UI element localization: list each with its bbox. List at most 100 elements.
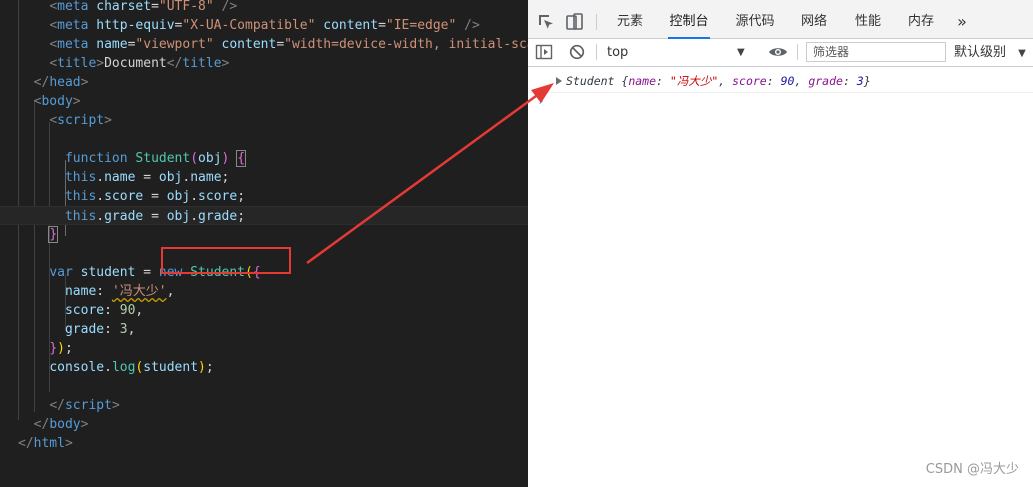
code-token: 90 [119,303,136,318]
code-token: = [143,189,167,204]
context-selector[interactable]: top ▼ [604,39,754,66]
eye-icon[interactable] [767,42,787,62]
code-token: body [49,417,81,432]
code-token: this [64,209,97,224]
code-token: head [49,75,81,90]
code-line[interactable]: } [0,225,528,244]
code-token: : [96,284,112,299]
log-level-selector[interactable]: 默认级别 ▼ [954,39,1026,66]
code-line[interactable]: function Student(obj) { [0,149,528,168]
code-line[interactable]: </head> [0,73,528,92]
code-token: </ [18,436,34,451]
code-line[interactable]: <meta http-equiv = "X-UA-Compatible" conte… [0,16,528,35]
code-line[interactable]: console.log(student); [0,358,528,377]
code-token: > [111,398,120,413]
code-token: title [182,56,222,71]
tab-3[interactable]: 网络 [799,6,829,38]
code-token: log [111,360,136,375]
code-token: "width=device-width, initial-scal [284,37,528,52]
tab-2[interactable]: 源代码 [734,6,776,38]
code-token: score [198,189,238,204]
code-line[interactable]: <body> [0,92,528,111]
code-token: , [166,284,175,299]
code-token: "viewport" [135,37,214,52]
code-token: function [64,151,128,166]
code-token: script [57,113,105,128]
tab-4[interactable]: 性能 [853,6,883,38]
inspect-element-icon[interactable] [536,12,556,32]
code-token: title [57,56,97,71]
code-token: score [104,189,144,204]
code-token: </ [33,75,50,90]
sidebar-toggle-icon[interactable] [534,42,554,62]
tab-5[interactable]: 内存 [906,6,936,38]
code-token: } [49,341,58,356]
expand-arrow-icon[interactable] [556,77,562,85]
filter-input[interactable] [806,42,946,62]
code-token: html [33,436,65,451]
code-line[interactable]: </html> [0,434,528,453]
code-editor[interactable]: <meta charset="UTF-8" /> <meta http-equi… [0,0,528,487]
code-token: this [64,170,97,185]
code-token: name [64,284,97,299]
code-token: "UTF-8" [158,0,214,14]
code-token: = [276,37,285,52]
code-token: </ [166,56,183,71]
code-line[interactable]: </script> [0,396,528,415]
code-line[interactable]: }); [0,339,528,358]
code-token: } [48,226,59,243]
device-toolbar-icon[interactable] [565,12,585,32]
console-log-entry[interactable]: Student {name: "冯大少", score: 90, grade: … [528,71,1033,93]
code-token: var [49,265,73,280]
code-line[interactable]: this.name = obj.name; [0,168,528,187]
code-token: student [143,360,199,375]
code-line[interactable] [0,130,528,149]
code-line[interactable]: this.grade = obj.grade; [0,206,528,225]
code-line[interactable]: <meta name="viewport" content="width=dev… [0,35,528,54]
code-token: . [96,170,105,185]
more-tabs-button[interactable]: » [954,6,970,38]
code-token: body [41,94,73,109]
code-token: grade [198,209,238,224]
code-token: ) [57,341,65,356]
code-token: , [135,303,144,318]
code-line[interactable] [0,377,528,396]
code-token: obj [198,151,222,166]
console-output[interactable]: Student {name: "冯大少", score: 90, grade: … [528,67,1033,487]
code-line[interactable]: name: '冯大少', [0,282,528,301]
devtools-panel: 元素控制台源代码网络性能内存 » top ▼ 默认级别 ▼ Student {n… [528,0,1033,487]
code-line[interactable]: this.score = obj.score; [0,187,528,206]
code-token: 3 [119,322,128,337]
code-line[interactable]: <script> [0,111,528,130]
code-line[interactable]: <title>Document</title> [0,54,528,73]
clear-console-icon[interactable] [567,42,587,62]
code-token: = [378,18,386,33]
code-line[interactable]: <meta charset="UTF-8" /> [0,0,528,16]
tab-0[interactable]: 元素 [615,6,645,38]
code-token: "IE=edge" [385,18,457,33]
code-token: score [64,303,105,318]
code-token: grade [104,209,144,224]
code-line[interactable]: score: 90, [0,301,528,320]
code-token: > [80,75,89,90]
code-token: ; [221,170,230,185]
tab-1[interactable]: 控制台 [668,6,710,39]
code-token: ; [64,341,73,356]
code-token: . [104,360,112,375]
code-token: < [49,113,58,128]
code-line[interactable]: </body> [0,415,528,434]
code-line[interactable]: grade: 3, [0,320,528,339]
console-prompt[interactable]: › [537,94,545,109]
code-token: { [236,150,246,167]
